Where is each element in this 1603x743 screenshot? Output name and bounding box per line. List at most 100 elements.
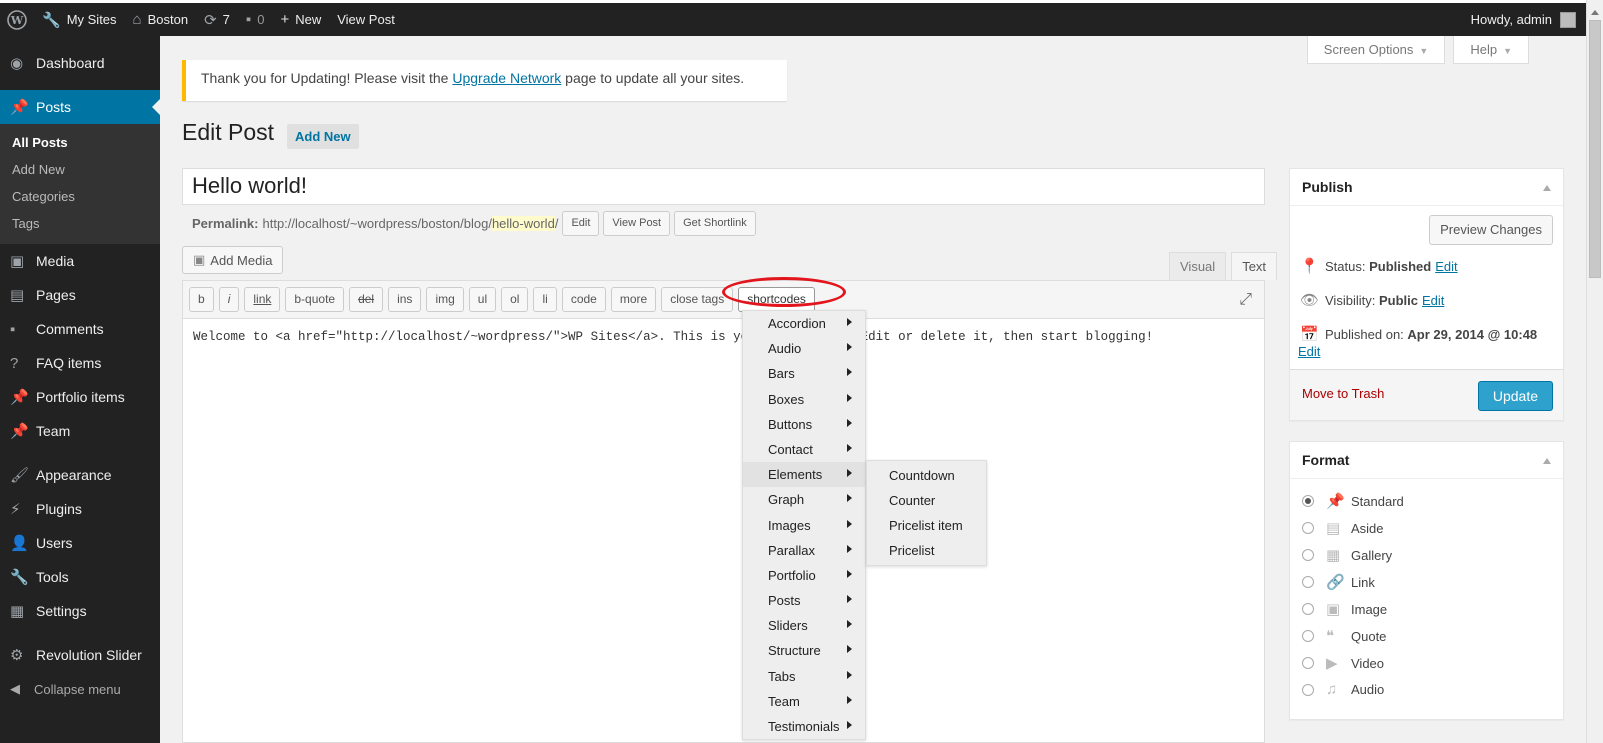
format-option-link[interactable]: 🔗 Link — [1302, 573, 1375, 591]
screen-options-button[interactable]: Screen Options ▼ — [1306, 36, 1446, 64]
shortcode-menu-item[interactable]: Parallax — [743, 538, 865, 563]
editor-textarea[interactable]: Welcome to <a href="http://localhost/~wo… — [183, 319, 1264, 355]
collapse-menu-button[interactable]: ◀ Collapse menu — [0, 672, 160, 706]
shortcode-menu-item[interactable]: Graph — [743, 487, 865, 512]
qt-del-button[interactable]: del — [349, 287, 384, 312]
submenu-tags[interactable]: Tags — [0, 210, 160, 237]
permalink-slug[interactable]: hello-world — [491, 216, 555, 231]
shortcode-menu-item[interactable]: Contact — [743, 437, 865, 462]
menu-revolution-slider[interactable]: ⚙ Revolution Slider — [0, 638, 160, 672]
qt-code-button[interactable]: code — [561, 287, 606, 312]
menu-posts[interactable]: 📌 Posts — [0, 90, 160, 124]
upgrade-network-link[interactable]: Upgrade Network — [452, 70, 561, 86]
tab-visual[interactable]: Visual — [1169, 252, 1227, 280]
get-shortlink-button[interactable]: Get Shortlink — [674, 211, 756, 236]
menu-appearance[interactable]: 🖌 Appearance — [0, 458, 160, 492]
edit-permalink-button[interactable]: Edit — [562, 211, 600, 236]
qt-img-button[interactable]: img — [426, 287, 464, 312]
format-option-video[interactable]: ▶ Video — [1302, 654, 1384, 672]
radio-button[interactable] — [1302, 495, 1314, 507]
menu-comments[interactable]: ▪ Comments — [0, 312, 160, 346]
shortcode-menu-item[interactable]: Images — [743, 513, 865, 538]
radio-button[interactable] — [1302, 657, 1314, 669]
radio-button[interactable] — [1302, 576, 1314, 588]
toggle-arrow-icon[interactable] — [1543, 454, 1551, 464]
preview-changes-button[interactable]: Preview Changes — [1429, 215, 1553, 245]
wordpress-logo-icon[interactable]: W — [0, 4, 34, 36]
qt-italic-button[interactable]: i — [218, 287, 240, 312]
updates-menu[interactable]: ⟳ 7 — [196, 4, 238, 36]
shortcode-menu-item[interactable]: Tabs — [743, 664, 865, 689]
qt-blockquote-button[interactable]: b-quote — [285, 287, 345, 312]
permalink-base[interactable]: http://localhost/~wordpress/boston/blog/ — [262, 216, 491, 231]
my-account-menu[interactable]: Howdy, admin — [1463, 4, 1586, 36]
shortcode-menu-item-elements[interactable]: Elements — [743, 462, 865, 488]
qt-ins-button[interactable]: ins — [388, 287, 422, 312]
elements-submenu-item[interactable]: Pricelist — [867, 538, 986, 563]
menu-portfolio-items[interactable]: 📌 Portfolio items — [0, 380, 160, 414]
tab-text[interactable]: Text — [1231, 252, 1278, 280]
menu-dashboard[interactable]: ◉ Dashboard — [0, 46, 160, 80]
edit-visibility-link[interactable]: Edit — [1422, 293, 1444, 308]
elements-submenu-item[interactable]: Countdown — [867, 463, 986, 488]
format-option-image[interactable]: ▣ Image — [1302, 600, 1387, 618]
qt-ul-button[interactable]: ul — [468, 287, 497, 312]
shortcode-menu-item[interactable]: Testimonials — [743, 714, 865, 739]
shortcode-menu-item[interactable]: Accordion — [743, 311, 865, 336]
elements-submenu-item[interactable]: Pricelist item — [867, 513, 986, 538]
shortcode-menu-item[interactable]: Team — [743, 689, 865, 714]
format-option-standard[interactable]: 📌 Standard — [1302, 492, 1404, 510]
shortcode-menu-item[interactable]: Bars — [743, 361, 865, 386]
comments-menu[interactable]: ▪ 0 — [238, 4, 273, 36]
menu-pages[interactable]: ▤ Pages — [0, 278, 160, 312]
new-content-menu[interactable]: + New — [272, 4, 329, 36]
publish-box-header[interactable]: Publish — [1290, 169, 1563, 206]
qt-li-button[interactable]: li — [533, 287, 557, 312]
submenu-categories[interactable]: Categories — [0, 183, 160, 210]
edit-date-link[interactable]: Edit — [1298, 344, 1320, 359]
qt-link-button[interactable]: link — [244, 287, 281, 312]
qt-ol-button[interactable]: ol — [501, 287, 529, 312]
format-option-gallery[interactable]: ▦ Gallery — [1302, 546, 1392, 564]
fullscreen-icon[interactable]: ⤢ — [1239, 291, 1252, 309]
radio-button[interactable] — [1302, 603, 1314, 615]
my-sites-menu[interactable]: 🔧 My Sites — [34, 4, 125, 36]
view-post-button[interactable]: View Post — [603, 211, 671, 236]
menu-plugins[interactable]: ⚡ Plugins — [0, 492, 160, 526]
format-option-audio[interactable]: ♫ Audio — [1302, 681, 1384, 698]
format-box-header[interactable]: Format — [1290, 442, 1563, 479]
add-new-button[interactable]: Add New — [287, 124, 359, 149]
radio-button[interactable] — [1302, 549, 1314, 561]
shortcode-menu-item[interactable]: Posts — [743, 588, 865, 613]
scroll-up-arrow-icon[interactable] — [1591, 6, 1599, 15]
shortcode-menu-item[interactable]: Structure — [743, 638, 865, 663]
help-button[interactable]: Help ▼ — [1453, 36, 1529, 64]
menu-media[interactable]: ▣ Media — [0, 244, 160, 278]
add-media-button[interactable]: ▣ Add Media — [182, 246, 284, 274]
shortcode-menu-item[interactable]: Boxes — [743, 387, 865, 412]
page-scrollbar[interactable] — [1586, 0, 1603, 743]
menu-tools[interactable]: 🔧 Tools — [0, 560, 160, 594]
format-option-aside[interactable]: ▤ Aside — [1302, 519, 1384, 537]
shortcode-menu-item[interactable]: Portfolio — [743, 563, 865, 588]
menu-settings[interactable]: ▦ Settings — [0, 594, 160, 628]
qt-more-button[interactable]: more — [610, 287, 657, 312]
update-button[interactable]: Update — [1477, 381, 1553, 411]
menu-users[interactable]: 👤 Users — [0, 526, 160, 560]
submenu-all-posts[interactable]: All Posts — [0, 129, 160, 156]
menu-team[interactable]: 📌 Team — [0, 414, 160, 448]
view-post-link[interactable]: View Post — [329, 4, 403, 36]
elements-submenu-item[interactable]: Counter — [867, 488, 986, 513]
qt-close-tags-button[interactable]: close tags — [661, 287, 734, 312]
format-option-quote[interactable]: ❝ Quote — [1302, 627, 1386, 645]
shortcode-menu-item[interactable]: Sliders — [743, 613, 865, 638]
radio-button[interactable] — [1302, 630, 1314, 642]
toggle-arrow-icon[interactable] — [1543, 181, 1551, 191]
shortcode-menu-item[interactable]: Audio — [743, 336, 865, 361]
radio-button[interactable] — [1302, 683, 1314, 696]
menu-faq-items[interactable]: ? FAQ items — [0, 346, 160, 380]
shortcode-menu-item[interactable]: Buttons — [743, 412, 865, 437]
site-name-menu[interactable]: ⌂ Boston — [125, 4, 197, 36]
edit-status-link[interactable]: Edit — [1435, 259, 1457, 274]
move-to-trash-link[interactable]: Move to Trash — [1302, 386, 1384, 401]
